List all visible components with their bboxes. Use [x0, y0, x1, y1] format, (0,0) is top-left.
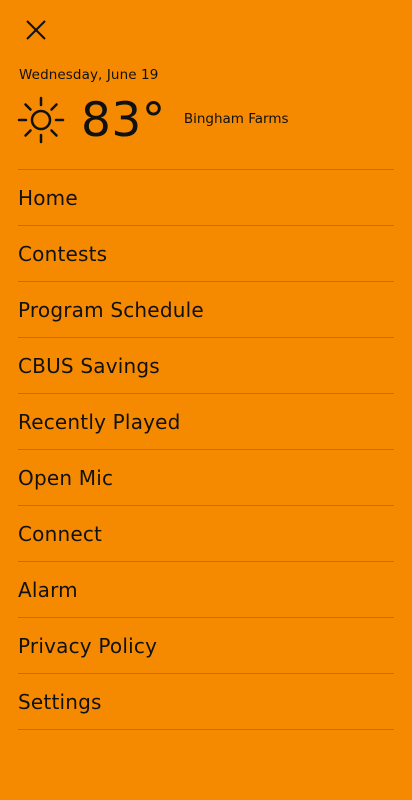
weather-widget: 83° Bingham Farms — [17, 92, 289, 148]
close-icon — [25, 19, 47, 45]
menu-item-contests[interactable]: Contests — [18, 226, 394, 282]
menu-item-alarm[interactable]: Alarm — [18, 562, 394, 618]
temperature: 83° — [81, 92, 166, 148]
menu-item-connect[interactable]: Connect — [18, 506, 394, 562]
menu-item-program-schedule[interactable]: Program Schedule — [18, 282, 394, 338]
menu-list: Home Contests Program Schedule CBUS Savi… — [18, 170, 394, 730]
menu-item-privacy-policy[interactable]: Privacy Policy — [18, 618, 394, 674]
menu-item-open-mic[interactable]: Open Mic — [18, 450, 394, 506]
sun-icon — [17, 96, 65, 144]
menu-item-settings[interactable]: Settings — [18, 674, 394, 730]
menu-item-recently-played[interactable]: Recently Played — [18, 394, 394, 450]
close-button[interactable] — [18, 14, 54, 50]
menu-item-cbus-savings[interactable]: CBUS Savings — [18, 338, 394, 394]
menu-item-home[interactable]: Home — [18, 170, 394, 226]
current-date: Wednesday, June 19 — [19, 67, 159, 83]
weather-location: Bingham Farms — [183, 111, 289, 127]
navigation-drawer: Wednesday, June 19 83° Bingham Farms Hom… — [0, 0, 412, 800]
